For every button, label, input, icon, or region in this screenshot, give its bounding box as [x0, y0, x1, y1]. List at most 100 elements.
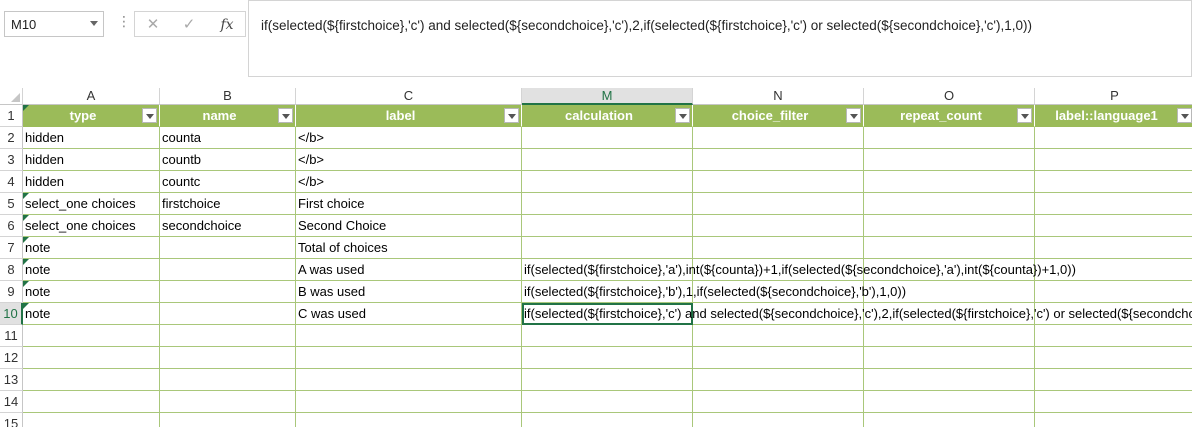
grid-cell[interactable]: hidden — [23, 149, 160, 171]
grid-cell[interactable]: B was used — [296, 281, 522, 303]
grid-cell[interactable]: select_one choices — [23, 215, 160, 237]
table-header-label-language1[interactable]: label::language1 — [1035, 105, 1192, 127]
grid-cell[interactable] — [1035, 215, 1192, 237]
grid-cell[interactable] — [522, 347, 693, 369]
grid-cell[interactable] — [23, 325, 160, 347]
filter-dropdown-icon[interactable] — [846, 108, 861, 123]
grid-cell[interactable] — [522, 193, 693, 215]
more-options-icon[interactable]: ⋮ — [117, 14, 131, 28]
filter-dropdown-icon[interactable] — [1017, 108, 1032, 123]
grid-cell[interactable] — [693, 325, 864, 347]
grid-cell[interactable]: counta — [160, 127, 296, 149]
grid-cell[interactable] — [23, 369, 160, 391]
grid-cell[interactable] — [23, 413, 160, 427]
table-header-type[interactable]: type — [23, 105, 160, 127]
grid-cell[interactable]: secondchoice — [160, 215, 296, 237]
grid-cell[interactable] — [864, 325, 1035, 347]
table-header-calculation[interactable]: calculation — [522, 105, 693, 127]
grid-cell[interactable]: First choice — [296, 193, 522, 215]
grid-cell[interactable] — [864, 149, 1035, 171]
row-header[interactable]: 13 — [0, 369, 23, 391]
table-header-label[interactable]: label — [296, 105, 522, 127]
row-header[interactable]: 12 — [0, 347, 23, 369]
grid-cell[interactable]: A was used — [296, 259, 522, 281]
grid-cell[interactable] — [693, 237, 864, 259]
cancel-icon[interactable]: ✕ — [141, 15, 165, 35]
row-header[interactable]: 10 — [0, 303, 23, 325]
column-header-b[interactable]: B — [160, 88, 296, 105]
grid-cell[interactable] — [522, 237, 693, 259]
grid-cell[interactable] — [864, 413, 1035, 427]
grid-cell[interactable] — [296, 391, 522, 413]
row-header[interactable]: 2 — [0, 127, 23, 149]
grid-cell[interactable] — [693, 127, 864, 149]
table-header-name[interactable]: name — [160, 105, 296, 127]
filter-dropdown-icon[interactable] — [504, 108, 519, 123]
grid-cell[interactable] — [522, 215, 693, 237]
grid-cell[interactable] — [864, 237, 1035, 259]
grid-cell[interactable] — [522, 127, 693, 149]
grid-cell[interactable] — [864, 193, 1035, 215]
filter-dropdown-icon[interactable] — [1177, 108, 1192, 123]
row-header[interactable]: 7 — [0, 237, 23, 259]
grid-cell[interactable] — [522, 391, 693, 413]
grid-cell[interactable] — [296, 369, 522, 391]
insert-function-icon[interactable]: fx — [215, 15, 239, 35]
grid-cell[interactable]: Total of choices — [296, 237, 522, 259]
column-header-o[interactable]: O — [864, 88, 1035, 105]
grid-cell[interactable] — [864, 369, 1035, 391]
grid-cell[interactable]: </b> — [296, 149, 522, 171]
grid-cell[interactable]: firstchoice — [160, 193, 296, 215]
active-cell[interactable]: if(selected(${firstchoice},'c') and sele… — [522, 303, 1192, 325]
grid-cell[interactable] — [693, 193, 864, 215]
row-header[interactable]: 5 — [0, 193, 23, 215]
grid-cell[interactable] — [522, 325, 693, 347]
grid-cell[interactable]: note — [23, 259, 160, 281]
grid-cell[interactable]: note — [23, 237, 160, 259]
grid-cell[interactable] — [522, 149, 693, 171]
grid-cell[interactable] — [1035, 347, 1192, 369]
table-header-choice-filter[interactable]: choice_filter — [693, 105, 864, 127]
grid-cell[interactable] — [1035, 325, 1192, 347]
column-header-c[interactable]: C — [296, 88, 522, 105]
grid-cell[interactable] — [1035, 369, 1192, 391]
grid-cell[interactable] — [522, 413, 693, 427]
grid-cell[interactable] — [160, 259, 296, 281]
grid-cell[interactable] — [693, 413, 864, 427]
formula-input[interactable]: if(selected(${firstchoice},'c') and sele… — [248, 0, 1192, 77]
grid-cell[interactable] — [1035, 171, 1192, 193]
grid-cell[interactable] — [1035, 237, 1192, 259]
grid-cell[interactable] — [160, 347, 296, 369]
grid-cell[interactable] — [864, 171, 1035, 193]
grid-cell[interactable] — [693, 215, 864, 237]
column-header-a[interactable]: A — [23, 88, 160, 105]
grid-cell[interactable] — [23, 391, 160, 413]
row-header[interactable]: 11 — [0, 325, 23, 347]
row-header[interactable]: 6 — [0, 215, 23, 237]
grid-cell[interactable]: hidden — [23, 127, 160, 149]
enter-icon[interactable]: ✓ — [177, 15, 201, 35]
column-header-n[interactable]: N — [693, 88, 864, 105]
grid-cell[interactable] — [693, 391, 864, 413]
grid-cell[interactable] — [160, 303, 296, 325]
grid-cell[interactable]: if(selected(${firstchoice},'b'),1,if(sel… — [522, 281, 906, 303]
grid-cell[interactable] — [160, 369, 296, 391]
filter-dropdown-icon[interactable] — [142, 108, 157, 123]
grid-cell[interactable] — [1035, 127, 1192, 149]
grid-cell[interactable] — [693, 149, 864, 171]
column-header-p[interactable]: P — [1035, 88, 1192, 105]
chevron-down-icon[interactable] — [90, 21, 98, 26]
grid-cell[interactable] — [1035, 281, 1192, 303]
grid-cell[interactable] — [1035, 149, 1192, 171]
grid-cell[interactable] — [160, 325, 296, 347]
grid-cell[interactable] — [693, 171, 864, 193]
grid-cell[interactable] — [160, 391, 296, 413]
grid-cell[interactable]: C was used — [296, 303, 522, 325]
column-header-m[interactable]: M — [522, 88, 693, 105]
filter-dropdown-icon[interactable] — [278, 108, 293, 123]
grid-cell[interactable] — [296, 413, 522, 427]
grid-cell[interactable] — [522, 171, 693, 193]
grid-cell[interactable]: countc — [160, 171, 296, 193]
grid-cell[interactable] — [1035, 193, 1192, 215]
row-header[interactable]: 3 — [0, 149, 23, 171]
